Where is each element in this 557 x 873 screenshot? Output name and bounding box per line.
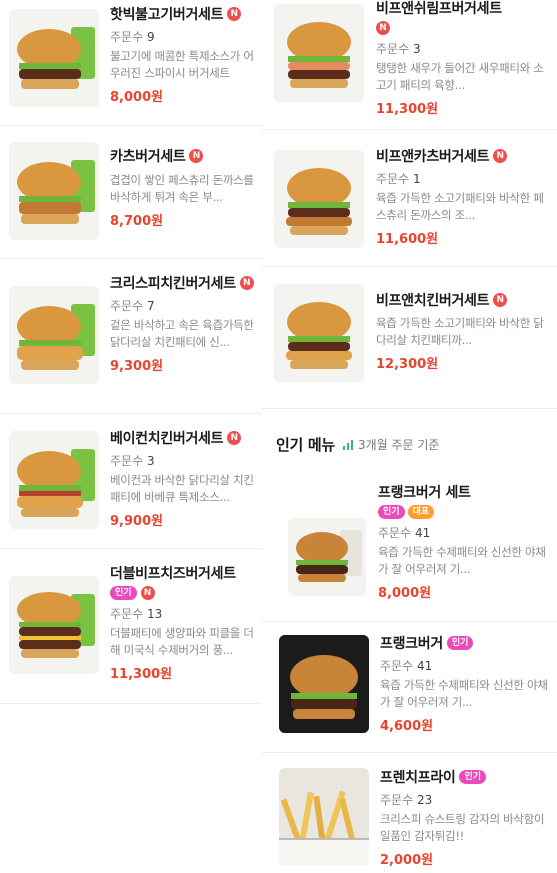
french-fries-image [279,768,369,866]
popular-menu-item[interactable]: 프랭크버거 인기 주문수 41 육즙 가득한 수제패티와 신선한 야채가 잘 어우… [262,622,557,753]
menu-item-description: 육즙 가득한 수제패티와 신선한 야채가 잘 어우러져 기... [378,545,546,576]
trend-chart-icon [342,439,353,450]
menu-item-description: 육즙 가득한 소고기패티와 바삭한 닭다리살 치킨패티까... [376,316,544,347]
order-count: 주문수 41 [378,526,431,540]
menu-item[interactable]: 카츠버거세트 N 겹겹이 쌓인 페스츄리 돈까스를 바삭하게 튀겨 속은 부...… [0,126,262,259]
menu-item-description: 탱탱한 새우가 들어간 새우패티와 소고기 패티의 육향... [376,61,544,92]
menu-item-price: 12,300원 [376,357,439,372]
order-count: 주문수 1 [376,172,421,186]
popular-section-header: 인기 메뉴 3개월 주문 기준 [276,434,439,455]
menu-item-info: 핫빅불고기버거세트 N 주문수 9 불고기에 매콤한 특제소스가 어우러진 스파이… [110,4,256,105]
menu-item-price: 11,300원 [110,667,173,682]
menu-item-info: 프랭크버거 인기 주문수 41 육즙 가득한 수제패티와 신선한 야채가 잘 어우… [380,633,551,734]
menu-item-name: 프랭크버거 세트 [378,485,471,501]
menu-item-name: 프렌치프라이 [380,770,456,786]
popular-badge: 인기 [110,586,137,600]
menu-item-price: 11,300원 [376,102,439,117]
menu-item-description: 크리스피 슈스트링 감자의 바삭함이 일품인 감자튀김!! [380,812,545,843]
burger-set-image [9,142,99,240]
menu-item-description: 베이컨과 바삭한 닭다리살 치킨패티에 바베큐 특제소스... [110,473,254,504]
menu-item-info: 프랭크버거 세트 인기 대표 주문수 41 육즙 가득한 수제패티와 신선한 야채… [378,482,551,601]
menu-item-info: 비프앤카츠버거세트 N 주문수 1 육즙 가득한 소고기패티와 바삭한 페스츄리 … [376,146,551,247]
burger-set-image [288,518,366,596]
menu-item[interactable]: 비프앤쉬림프버거세트 N 주문수 3 탱탱한 새우가 들어간 새우패티와 소고기… [262,0,557,130]
section-title: 인기 메뉴 [276,436,335,454]
menu-column-right: 비프앤쉬림프버거세트 N 주문수 3 탱탱한 새우가 들어간 새우패티와 소고기… [262,0,557,873]
order-count: 주문수 7 [110,299,155,313]
menu-item-name: 크리스피치킨버거세트 [110,276,236,292]
new-badge: N [140,586,155,600]
menu-item-name: 카츠버거세트 [110,149,186,165]
menu-item-name: 비프앤치킨버거세트 [376,293,490,309]
new-badge: N [227,7,242,21]
menu-item[interactable]: 크리스피치킨버거세트 N 주문수 7 겉은 바삭하고 속은 육즙가득한 닭다리살 … [0,259,262,414]
burger-set-image [274,150,364,248]
burger-set-image [9,576,99,674]
menu-item-price: 2,000원 [380,853,434,868]
menu-item-description: 겹겹이 쌓인 페스츄리 돈까스를 바삭하게 튀겨 속은 부... [110,173,254,204]
menu-item-name: 비프앤카츠버거세트 [376,149,490,165]
menu-item[interactable]: 베이컨치킨버거세트 N 주문수 3 베이컨과 바삭한 닭다리살 치킨패티에 바베큐… [0,414,262,549]
menu-item-description: 육즙 가득한 소고기패티와 바삭한 페스츄리 돈까스의 조... [376,191,544,222]
new-badge: N [493,293,508,307]
menu-item-description: 더블패티에 생양파와 피클을 더해 미국식 수제버거의 풍... [110,626,254,657]
popular-menu-item[interactable]: 프랭크버거 세트 인기 대표 주문수 41 육즙 가득한 수제패티와 신선한 야채… [262,470,557,622]
order-count: 주문수 13 [110,607,163,621]
menu-item-price: 8,000원 [110,90,164,105]
menu-item-name: 비프앤쉬림프버거세트 [376,1,502,17]
burger-set-image [274,284,364,382]
order-count: 주문수 3 [110,454,155,468]
burger-set-image [274,4,364,102]
menu-item-name: 핫빅불고기버거세트 [110,7,224,23]
menu-item-info: 크리스피치킨버거세트 N 주문수 7 겉은 바삭하고 속은 육즙가득한 닭다리살 … [110,273,256,374]
menu-item-name: 프랭크버거 [380,636,443,652]
menu-item-description: 겉은 바삭하고 속은 육즙가득한 닭다리살 치킨패티에 신... [110,318,254,349]
menu-item-name: 더블비프치즈버거세트 [110,566,236,582]
burger-set-image [9,9,99,107]
menu-item-info: 베이컨치킨버거세트 N 주문수 3 베이컨과 바삭한 닭다리살 치킨패티에 바베큐… [110,428,256,529]
popular-badge: 인기 [459,770,487,784]
new-badge: N [239,276,254,290]
popular-menu-item[interactable]: 프렌치프라이 인기 주문수 23 크리스피 슈스트링 감자의 바삭함이 일품인 감… [262,753,557,873]
menu-item-price: 8,000원 [378,586,432,601]
menu-item-description: 육즙 가득한 수제패티와 신선한 야채가 잘 어우러져 기... [380,678,548,709]
menu-item[interactable]: 비프앤카츠버거세트 N 주문수 1 육즙 가득한 소고기패티와 바삭한 페스츄리 … [262,130,557,267]
popular-badge: 인기 [378,505,405,519]
new-badge: N [189,149,204,163]
section-subtitle: 3개월 주문 기준 [342,436,439,453]
menu-item-info: 비프앤쉬림프버거세트 N 주문수 3 탱탱한 새우가 들어간 새우패티와 소고기… [376,0,551,117]
burger-image [279,635,369,733]
menu-item-price: 11,600원 [376,232,439,247]
new-badge: N [493,149,508,163]
new-badge: N [376,21,390,35]
representative-badge: 대표 [407,505,435,519]
menu-item[interactable]: 비프앤치킨버거세트 N 육즙 가득한 소고기패티와 바삭한 닭다리살 치킨패티까.… [262,267,557,409]
burger-set-image [9,431,99,529]
menu-item-info: 더블비프치즈버거세트 인기 N 주문수 13 더블패티에 생양파와 피클을 더해 … [110,563,256,682]
order-count: 주문수 23 [380,793,433,807]
menu-item-price: 8,700원 [110,214,164,229]
menu-item-info: 카츠버거세트 N 겹겹이 쌓인 페스츄리 돈까스를 바삭하게 튀겨 속은 부...… [110,146,256,229]
menu-item-price: 4,600원 [380,719,434,734]
menu-item-name: 베이컨치킨버거세트 [110,431,224,447]
new-badge: N [227,431,242,445]
menu-item-price: 9,900원 [110,514,164,529]
popular-badge: 인기 [446,636,474,650]
menu-item[interactable]: 핫빅불고기버거세트 N 주문수 9 불고기에 매콤한 특제소스가 어우러진 스파이… [0,0,262,126]
order-count: 주문수 9 [110,30,155,44]
order-count: 주문수 3 [376,42,421,56]
menu-item[interactable]: 더블비프치즈버거세트 인기 N 주문수 13 더블패티에 생양파와 피클을 더해 … [0,549,262,704]
menu-item-price: 9,300원 [110,359,164,374]
burger-set-image [9,286,99,384]
order-count: 주문수 41 [380,659,433,673]
menu-item-info: 프렌치프라이 인기 주문수 23 크리스피 슈스트링 감자의 바삭함이 일품인 감… [380,767,551,868]
menu-item-description: 불고기에 매콤한 특제소스가 어우러진 스파이시 버거세트 [110,49,254,80]
menu-column-left: 핫빅불고기버거세트 N 주문수 9 불고기에 매콤한 특제소스가 어우러진 스파이… [0,0,262,873]
menu-item-info: 비프앤치킨버거세트 N 육즙 가득한 소고기패티와 바삭한 닭다리살 치킨패티까.… [376,290,551,372]
